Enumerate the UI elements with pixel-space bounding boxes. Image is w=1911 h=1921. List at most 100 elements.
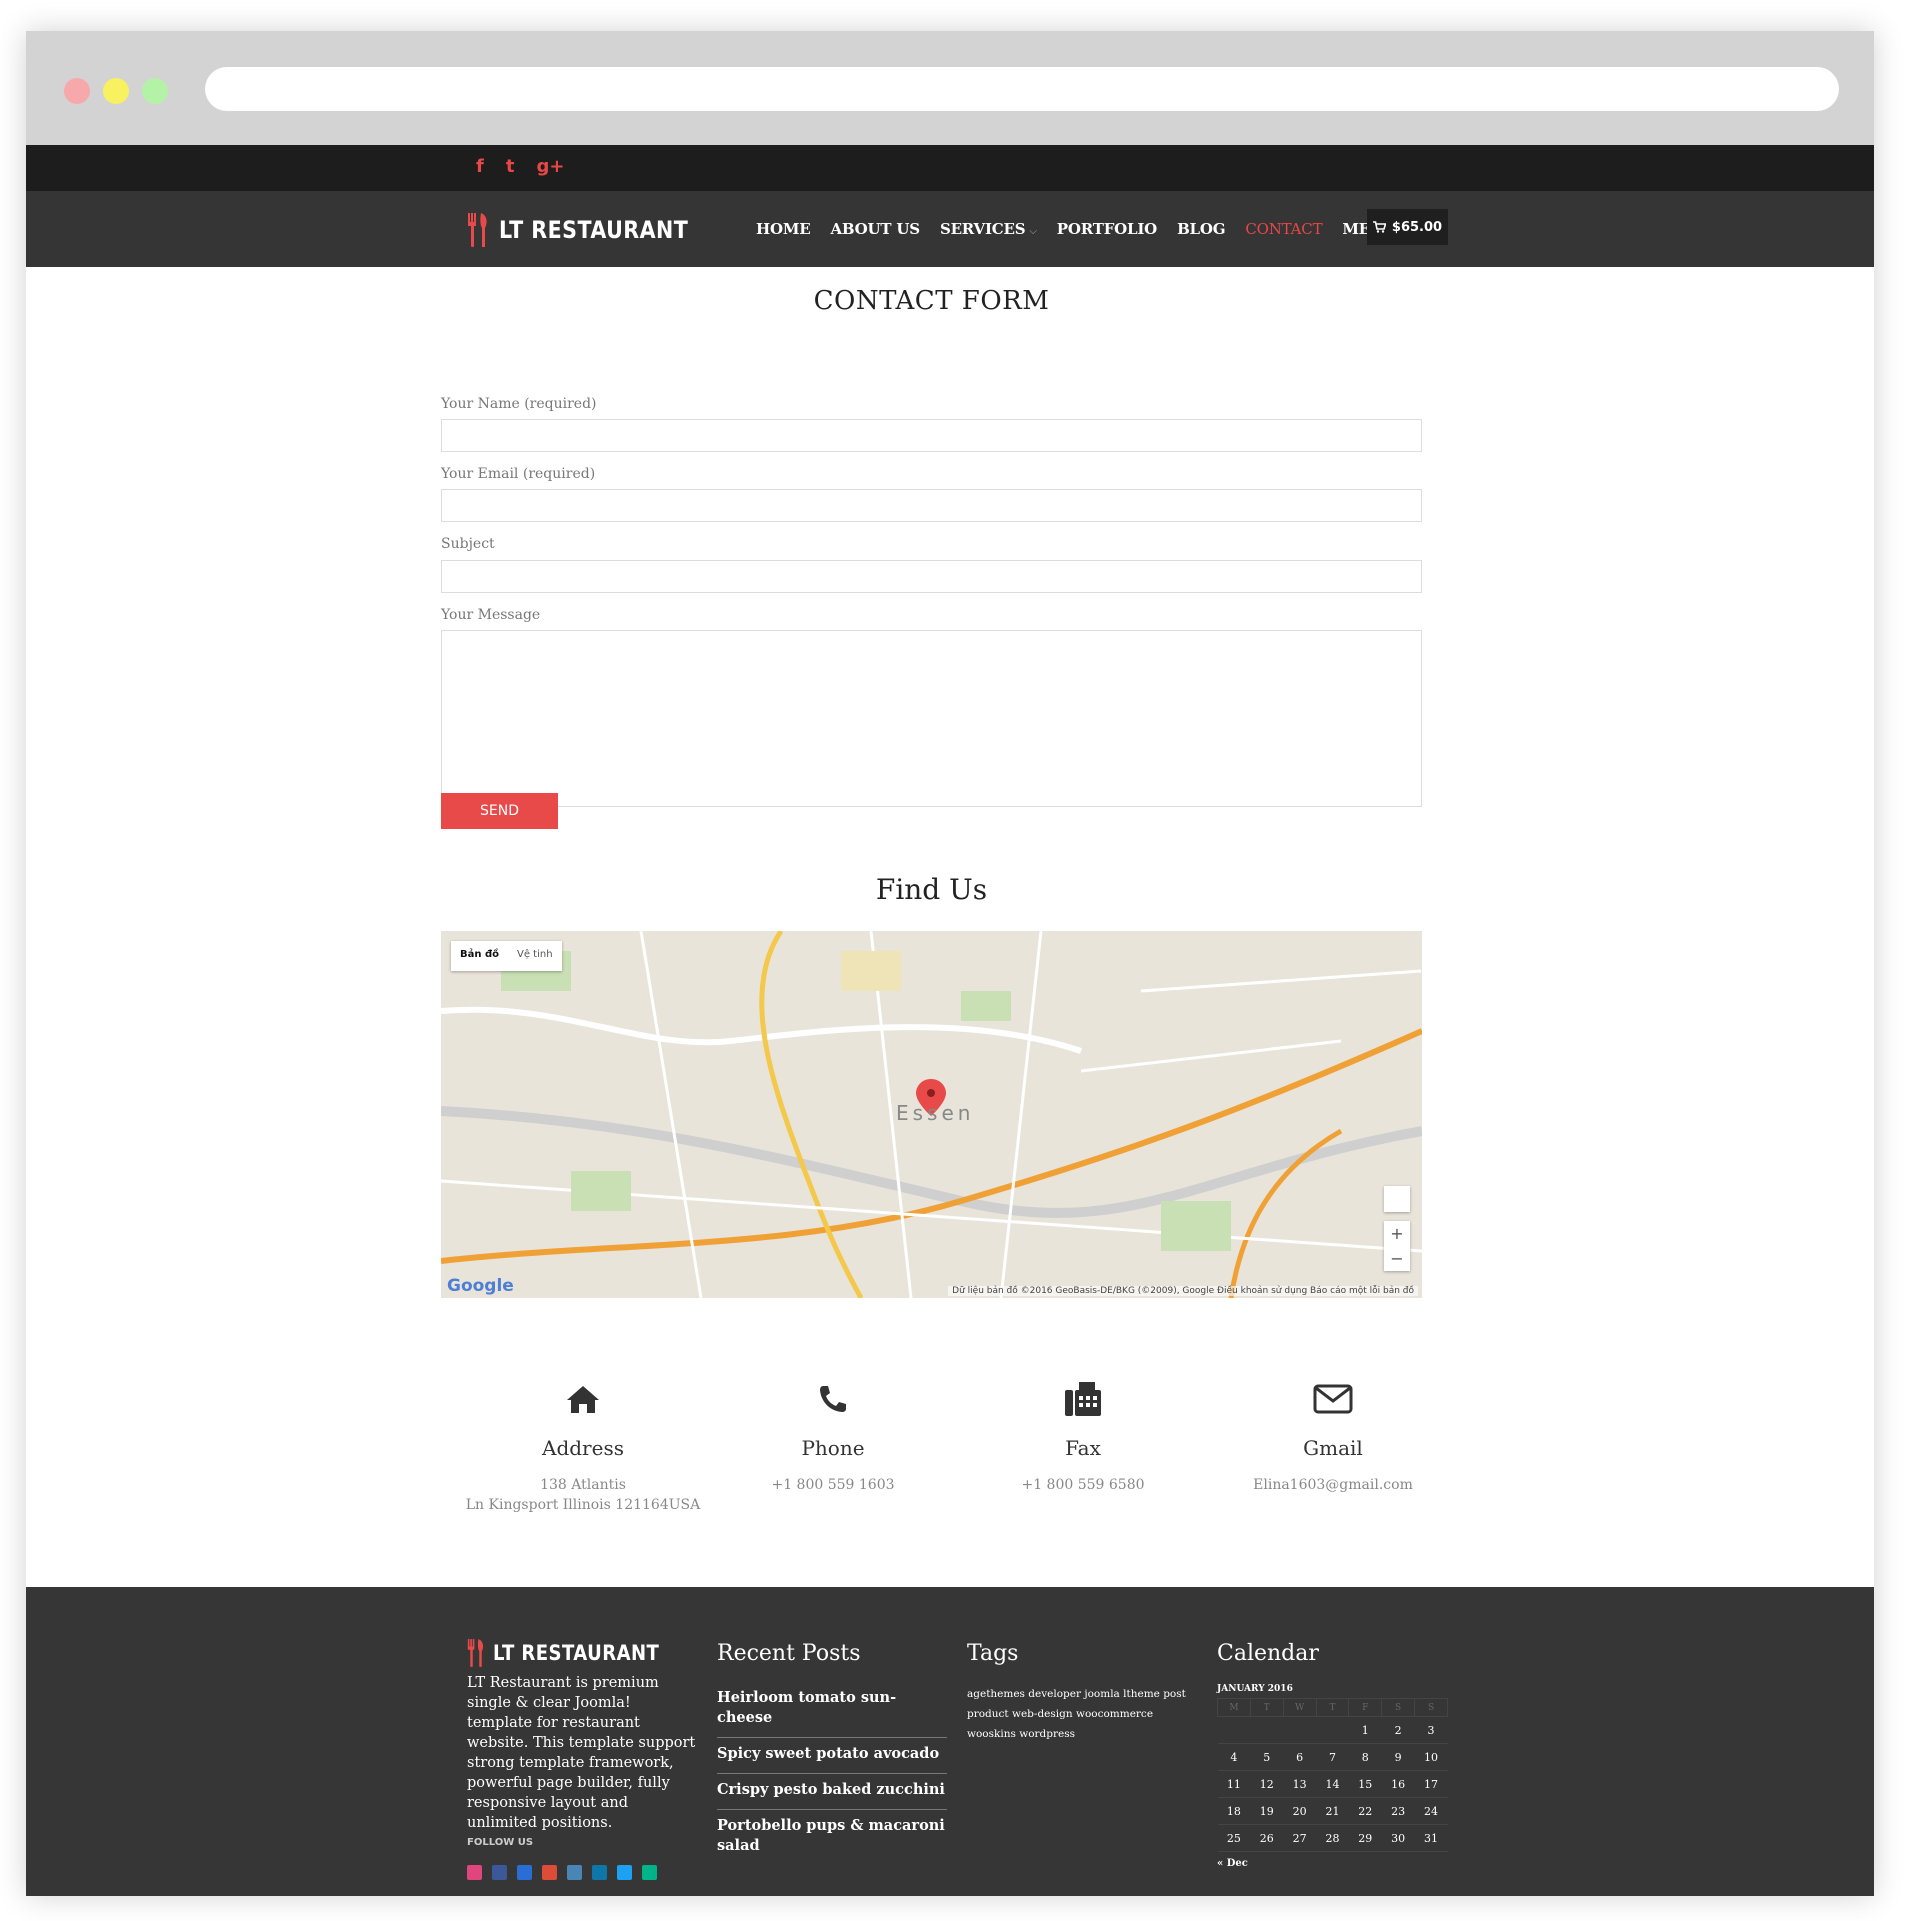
calendar-day: 30 (1381, 1824, 1415, 1852)
address-bar[interactable] (205, 67, 1839, 111)
cart-button[interactable]: $65.00 (1367, 209, 1448, 245)
nav-contact[interactable]: CONTACT (1245, 220, 1322, 238)
top-bar: f t g+ (26, 145, 1874, 191)
recent-post-link[interactable]: Crispy pesto baked zucchini (717, 1774, 947, 1810)
footer-brand-name: LT RESTAURANT (493, 1641, 660, 1665)
map-type-toggle: Bản đồ Vệ tinh (451, 941, 562, 971)
calendar-day: 6 (1283, 1743, 1317, 1771)
address-title: Address (542, 1436, 624, 1460)
calendar-weekday: F (1348, 1698, 1383, 1717)
zoom-out-button[interactable]: − (1384, 1246, 1410, 1271)
nav-home[interactable]: HOME (756, 220, 811, 238)
close-window-dot[interactable] (64, 78, 90, 104)
phone-title: Phone (801, 1436, 865, 1460)
twitter-icon[interactable]: t (506, 155, 515, 179)
send-button[interactable]: SEND (441, 793, 558, 829)
pegman-icon[interactable] (1384, 1186, 1410, 1212)
calendar-day: 12 (1250, 1770, 1284, 1798)
main-menu: HOME ABOUT US SERVICES ⌵ PORTFOLIO BLOG C… (756, 191, 1408, 267)
facebook-icon[interactable]: f (476, 155, 484, 179)
map-type-satellite[interactable]: Vệ tinh (508, 941, 562, 971)
calendar-day (1250, 1716, 1284, 1744)
site-logo[interactable]: LT RESTAURANT (467, 213, 719, 247)
maximize-window-dot[interactable] (142, 78, 168, 104)
calendar-day: 3 (1414, 1716, 1448, 1744)
nav-about-us[interactable]: ABOUT US (830, 220, 920, 238)
footer-social-icon[interactable] (467, 1865, 482, 1880)
footer-social-icon[interactable] (567, 1865, 582, 1880)
calendar-prev-link[interactable]: « Dec (1217, 1858, 1448, 1869)
footer-about: LT RESTAURANT LT Restaurant is premium s… (467, 1639, 697, 1880)
phone-icon (820, 1386, 846, 1412)
recent-post-link[interactable]: Portobello pups & macaroni salad (717, 1810, 947, 1865)
message-field[interactable] (441, 630, 1422, 807)
calendar-day: 20 (1283, 1797, 1317, 1825)
calendar-day: 26 (1250, 1824, 1284, 1852)
follow-us-label: FOLLOW US (467, 1837, 534, 1848)
minimize-window-dot[interactable] (103, 78, 129, 104)
footer-social-icon[interactable] (617, 1865, 632, 1880)
footer-social-icon[interactable] (517, 1865, 532, 1880)
home-icon (567, 1386, 599, 1413)
footer-tags: Tags agethemes developer joomla ltheme p… (967, 1587, 1197, 1744)
map-attribution[interactable]: Dữ liệu bản đồ ©2016 GeoBasis-DE/BKG (©2… (948, 1286, 1418, 1296)
calendar-weekday: M (1217, 1698, 1251, 1717)
calendar-weekday: S (1414, 1698, 1448, 1717)
calendar-day: 31 (1414, 1824, 1448, 1852)
calendar-day: 13 (1283, 1770, 1317, 1798)
calendar-title: Calendar (1217, 1641, 1319, 1666)
footer-recent-posts: Recent Posts Heirloom tomato sun-cheese … (717, 1587, 947, 1865)
footer-calendar: Calendar JANUARY 2016 MTWTFSS 1234567891… (1217, 1587, 1448, 1869)
tag-cloud[interactable]: agethemes developer joomla ltheme post p… (967, 1684, 1197, 1744)
map-type-map[interactable]: Bản đồ (451, 941, 508, 971)
calendar-day: 17 (1414, 1770, 1448, 1798)
calendar-day: 18 (1217, 1797, 1251, 1825)
calendar-day: 2 (1381, 1716, 1415, 1744)
footer-social-icon[interactable] (542, 1865, 557, 1880)
fork-knife-icon (468, 213, 487, 247)
calendar-day: 4 (1217, 1743, 1251, 1771)
site-footer: LT RESTAURANT LT Restaurant is premium s… (26, 1587, 1874, 1896)
email-address[interactable]: Elina1603@gmail.com (1213, 1475, 1453, 1495)
footer-logo[interactable]: LT RESTAURANT (467, 1639, 697, 1667)
map-embed[interactable]: Essen Bản đồ Vệ tinh + − Google Dữ liệu … (441, 931, 1422, 1298)
nav-portfolio[interactable]: PORTFOLIO (1057, 220, 1157, 238)
calendar-table: MTWTFSS 1 2 3 4 5 6 7 8 9 10 11 12 13 14 15 16 17 18 19 20 2… (1217, 1698, 1448, 1852)
address-line2: Ln Kingsport Illinois 121164USA (465, 1497, 701, 1513)
calendar-weekday: W (1282, 1698, 1317, 1717)
name-field[interactable] (441, 419, 1422, 452)
email-label: Your Email (required) (441, 466, 596, 482)
map-city-label: Essen (896, 1101, 975, 1125)
address-block: Address 138 Atlantis Ln Kingsport Illinoi… (463, 1378, 703, 1515)
google-plus-icon[interactable]: g+ (536, 155, 564, 179)
name-label: Your Name (required) (441, 396, 597, 412)
email-field[interactable] (441, 489, 1422, 522)
calendar-day (1217, 1716, 1251, 1744)
chevron-down-icon: ⌵ (1029, 226, 1037, 237)
calendar-day: 8 (1348, 1743, 1382, 1771)
nav-blog[interactable]: BLOG (1177, 220, 1226, 238)
recent-post-link[interactable]: Heirloom tomato sun-cheese (717, 1682, 947, 1738)
fax-title: Fax (1065, 1436, 1101, 1460)
subject-field[interactable] (441, 560, 1422, 593)
footer-about-text: LT Restaurant is premium single & clear … (467, 1675, 696, 1831)
footer-social-icon[interactable] (592, 1865, 607, 1880)
envelope-icon (1313, 1384, 1353, 1414)
nav-services[interactable]: SERVICES ⌵ (940, 220, 1037, 238)
calendar-day: 25 (1217, 1824, 1251, 1852)
calendar-day (1283, 1716, 1317, 1744)
subject-label: Subject (441, 536, 495, 552)
footer-social-icon[interactable] (492, 1865, 507, 1880)
fork-knife-icon (467, 1639, 484, 1667)
calendar-weekday: S (1381, 1698, 1416, 1717)
footer-social-icons (467, 1865, 697, 1880)
calendar-day: 29 (1348, 1824, 1382, 1852)
calendar-day: 1 (1348, 1716, 1382, 1744)
footer-social-icon[interactable] (642, 1865, 657, 1880)
fax-icon (1065, 1382, 1101, 1416)
nav-services-label: SERVICES (939, 220, 1026, 238)
calendar-day: 16 (1381, 1770, 1415, 1798)
recent-post-link[interactable]: Spicy sweet potato avocado (717, 1738, 947, 1774)
zoom-in-button[interactable]: + (1384, 1221, 1410, 1246)
fax-number: +1 800 559 6580 (1021, 1477, 1145, 1493)
